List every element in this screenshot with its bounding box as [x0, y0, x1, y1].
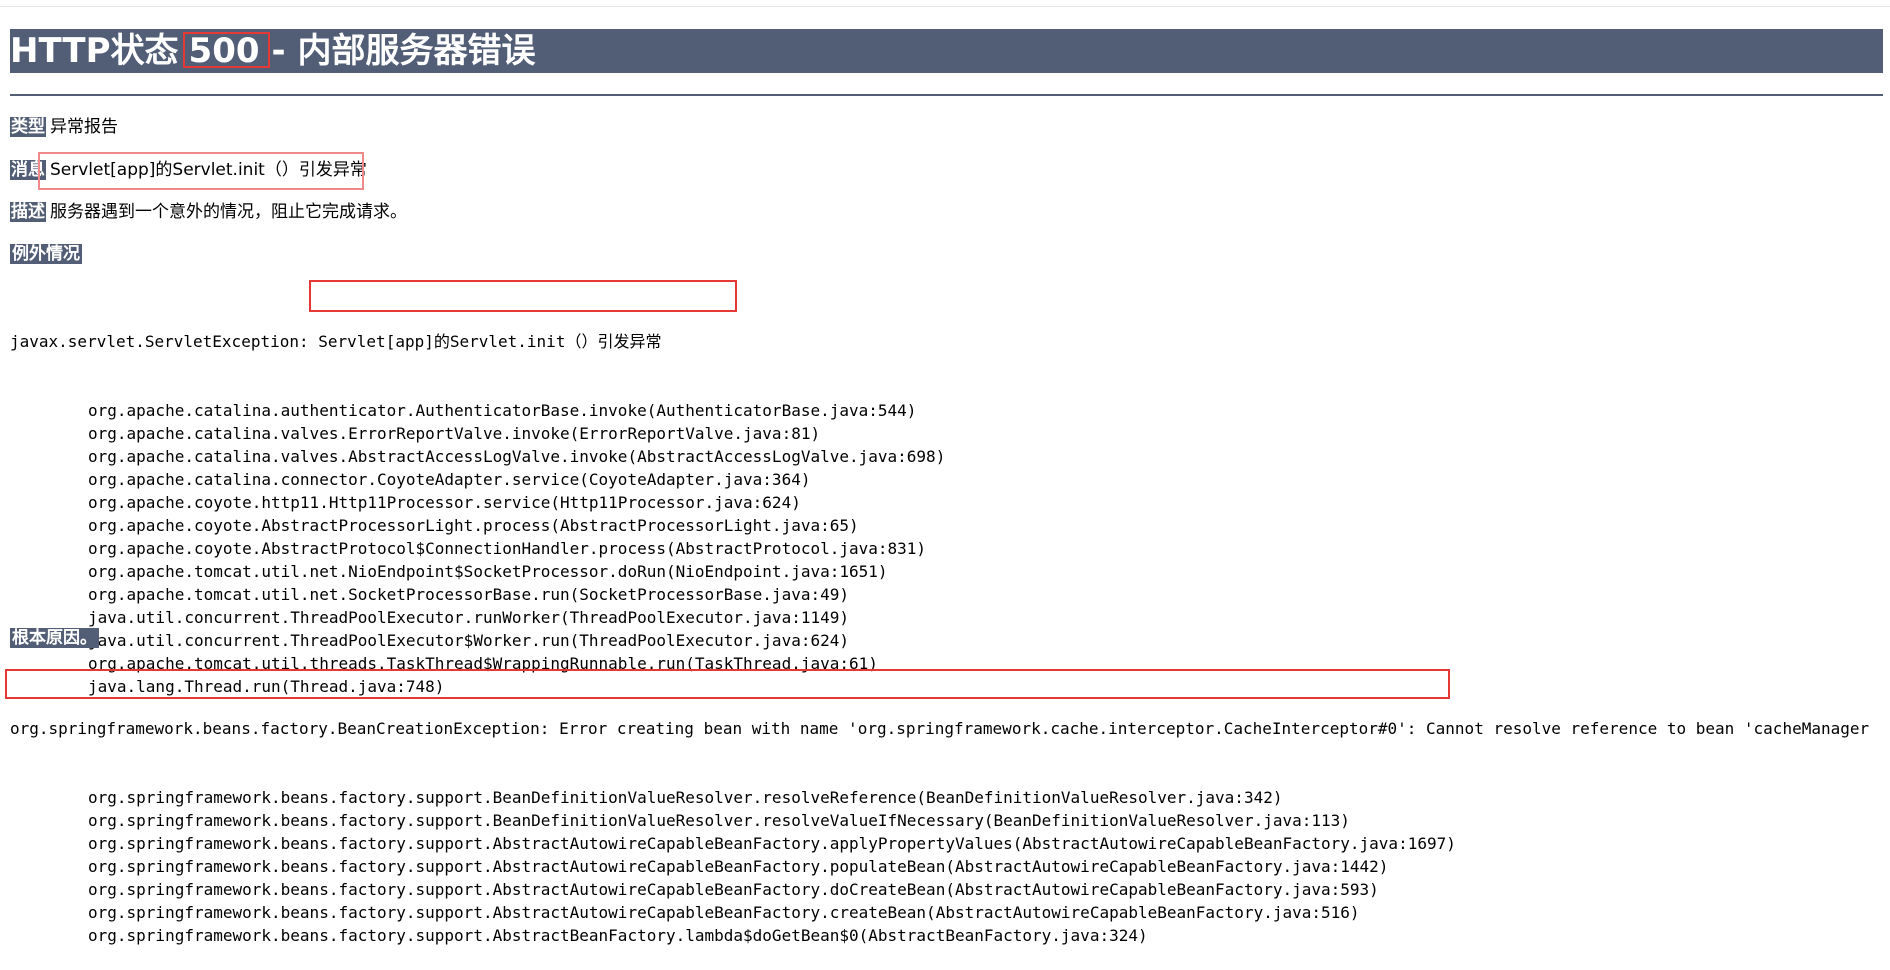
stack-frame: org.springframework.beans.factory.suppor…: [88, 880, 1379, 899]
title-suffix: - 内部服务器错误: [271, 31, 536, 71]
exception-heading: 例外情况: [10, 244, 82, 264]
stack-frame: org.apache.coyote.AbstractProcessorLight…: [88, 516, 859, 535]
page-title: HTTP状态 500- 内部服务器错误: [10, 31, 535, 71]
stack-frame: org.springframework.beans.factory.suppor…: [88, 926, 1148, 945]
top-divider: [0, 6, 1890, 7]
message-highlight-box: [38, 152, 364, 190]
stack-frame: org.apache.tomcat.util.net.NioEndpoint$S…: [88, 562, 888, 581]
root-cause-trace: org.springframework.beans.factory.BeanCr…: [10, 671, 1890, 970]
stack-frame: org.springframework.beans.factory.suppor…: [88, 903, 1360, 922]
description-value: 服务器遇到一个意外的情况，阻止它完成请求。: [50, 202, 407, 222]
root-cause-exception: org.springframework.beans.factory.BeanCr…: [10, 719, 1417, 738]
type-row: 类型 异常报告: [10, 116, 118, 138]
stack-frame: org.apache.catalina.valves.ErrorReportVa…: [88, 424, 821, 443]
header-divider: [10, 94, 1883, 96]
root-cause-first-line: org.springframework.beans.factory.BeanCr…: [10, 717, 1890, 740]
exception-first-line: javax.servlet.ServletException: Servlet[…: [10, 330, 1890, 353]
description-label: 描述: [10, 202, 46, 222]
status-code-highlight: 500: [182, 32, 270, 68]
stack-frame: org.apache.tomcat.util.net.SocketProcess…: [88, 585, 849, 604]
stack-frame: java.util.concurrent.ThreadPoolExecutor$…: [88, 631, 849, 650]
root-cause-frames: org.springframework.beans.factory.suppor…: [10, 786, 1890, 947]
stack-frame: org.springframework.beans.factory.suppor…: [88, 811, 1350, 830]
description-row: 描述 服务器遇到一个意外的情况，阻止它完成请求。: [10, 201, 407, 223]
stack-frame: org.apache.catalina.valves.AbstractAcces…: [88, 447, 946, 466]
stack-frame: org.apache.catalina.connector.CoyoteAdap…: [88, 470, 811, 489]
title-prefix: HTTP状态: [10, 31, 179, 71]
stack-frame: org.apache.catalina.authenticator.Authen…: [88, 401, 917, 420]
exception-frames: org.apache.catalina.authenticator.Authen…: [10, 399, 1890, 698]
root-cause-highlight-box: [5, 669, 1450, 699]
type-label: 类型: [10, 117, 46, 137]
stack-frame: org.springframework.beans.factory.suppor…: [88, 788, 1283, 807]
stack-frame: org.springframework.beans.factory.suppor…: [88, 857, 1389, 876]
stack-frame: org.apache.coyote.http11.Http11Processor…: [88, 493, 801, 512]
stack-frame: org.apache.coyote.AbstractProtocol$Conne…: [88, 539, 927, 558]
page-title-bar: HTTP状态 500- 内部服务器错误: [10, 29, 1883, 73]
stack-frame: org.springframework.beans.factory.suppor…: [88, 834, 1456, 853]
type-value: 异常报告: [50, 117, 118, 137]
root-cause-message-rest: Cannot resolve reference to bean 'cacheM…: [1416, 719, 1870, 738]
root-cause-heading: 根本原因。: [10, 628, 99, 648]
exception-class: javax.servlet.ServletException:: [10, 332, 309, 351]
exception-message: Servlet[app]的Servlet.init（）引发异常: [308, 332, 662, 351]
exception-trace: javax.servlet.ServletException: Servlet[…: [10, 284, 1890, 721]
stack-frame: java.util.concurrent.ThreadPoolExecutor.…: [88, 608, 849, 627]
exception-highlight-box: [309, 280, 737, 312]
